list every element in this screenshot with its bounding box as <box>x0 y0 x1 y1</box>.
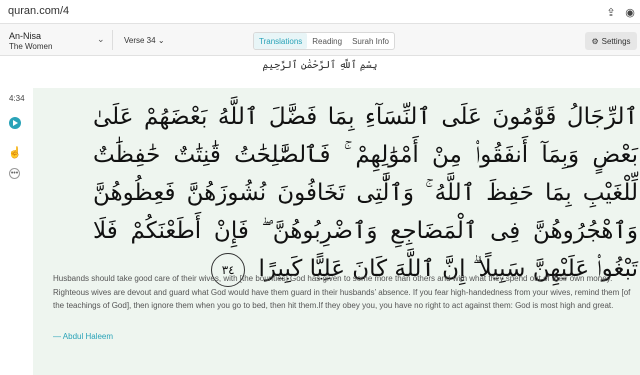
verse-key[interactable]: 4:34 <box>9 94 25 103</box>
bismillah: بِسْمِ ٱللَّهِ ٱلرَّحْمَٰنِ ٱلرَّحِيمِ <box>262 60 378 71</box>
gear-icon: ⚙ <box>591 36 599 46</box>
translator-name[interactable]: — Abdul Haleem <box>53 332 113 341</box>
browser-address-bar[interactable]: quran.com/4 ⇪ ◉ <box>0 0 640 24</box>
profile-icon[interactable]: ◉ <box>622 4 638 20</box>
reflect-icon[interactable]: ☝ <box>8 146 22 159</box>
tab-translations[interactable]: Translations <box>254 33 308 49</box>
chevron-down-icon[interactable]: ⌄ <box>97 34 105 45</box>
share-icon[interactable]: ⇪ <box>603 4 619 20</box>
surah-english-name: The Women <box>9 42 53 51</box>
tab-surah-info[interactable]: Surah Info <box>347 33 394 49</box>
url-text[interactable]: quran.com/4 <box>8 5 69 17</box>
chevron-down-icon: ⌄ <box>157 36 165 45</box>
view-tabs: Translations Reading Surah Info <box>253 32 396 50</box>
play-button[interactable] <box>9 117 21 129</box>
divider <box>112 30 113 50</box>
verse-label: Verse 34 <box>124 36 156 45</box>
settings-label: Settings <box>601 36 631 46</box>
arabic-verse-text: ٱلرِّجَالُ قَوَّٰمُونَ عَلَى ٱلنِّسَآءِ … <box>93 98 638 288</box>
surah-name: An-Nisa <box>9 31 42 41</box>
arabic-text: ٱلرِّجَالُ قَوَّٰمُونَ عَلَى ٱلنِّسَآءِ … <box>93 104 638 282</box>
tab-reading[interactable]: Reading <box>307 33 347 49</box>
verse-selector[interactable]: Verse 34 ⌄ <box>124 36 165 45</box>
translation-text: Husbands should take good care of their … <box>53 274 631 310</box>
verse-panel: ٱلرِّجَالُ قَوَّٰمُونَ عَلَى ٱلنِّسَآءِ … <box>33 88 640 375</box>
more-options-icon[interactable]: ••• <box>9 168 20 179</box>
surah-selector[interactable]: An-Nisa The Women <box>9 31 52 52</box>
settings-button[interactable]: ⚙ Settings <box>585 32 637 50</box>
